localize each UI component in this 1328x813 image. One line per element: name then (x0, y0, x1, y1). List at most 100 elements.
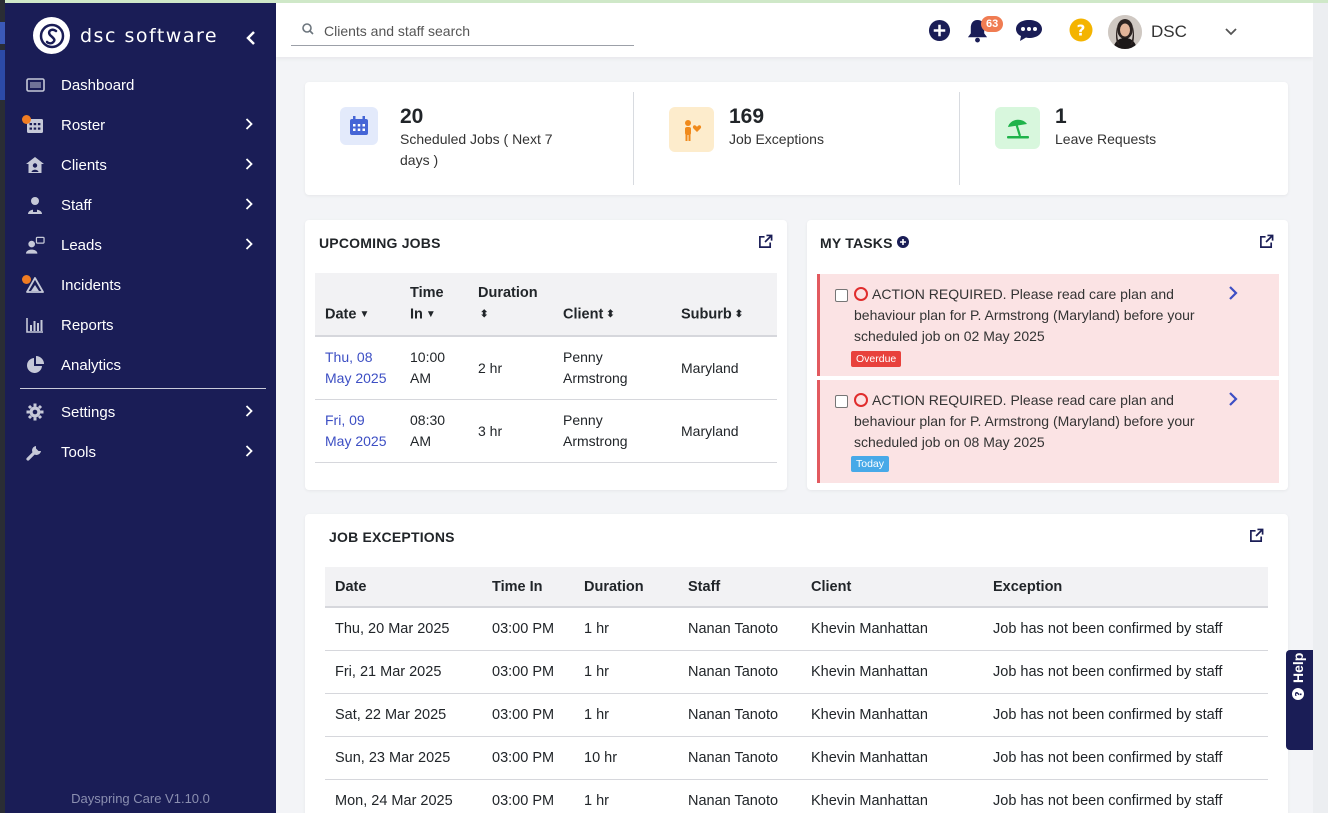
stat-job-exceptions[interactable]: 169 Job Exceptions (634, 82, 959, 195)
help-icon[interactable]: ? (1068, 17, 1094, 43)
table-row[interactable]: Thu, 20 Mar 2025 03:00 PM 1 hr Nanan Tanoto… (325, 607, 1268, 651)
sidebar-item-analytics[interactable]: Analytics (5, 345, 276, 385)
column-header-client[interactable]: Client ⬍ (553, 273, 671, 338)
column-header-time-in[interactable]: Time In (482, 567, 574, 608)
sidebar-item-dashboard[interactable]: Dashboard (5, 65, 276, 105)
column-header-time-in[interactable]: Time In ▼ (400, 273, 468, 338)
upcoming-jobs-table: Date ▼ Time In ▼ Duration ⬍ Client ⬍ Suburb ⬍… (315, 273, 777, 464)
staff-link[interactable]: Nanan Tanoto (678, 693, 801, 737)
exception-text: Job has not been confirmed by staff (983, 607, 1268, 651)
sidebar-item-staff[interactable]: Staff (5, 185, 276, 225)
notification-dot (22, 115, 31, 124)
add-task-icon[interactable] (896, 235, 909, 251)
calendar-icon (340, 107, 378, 145)
chat-icon[interactable] (1014, 17, 1044, 43)
sidebar-item-tools[interactable]: Tools (5, 432, 276, 472)
card-title-wrap: MY TASKS (820, 235, 909, 251)
exception-date-link[interactable]: Sun, 23 Mar 2025 (325, 736, 482, 780)
search-input[interactable] (324, 23, 624, 39)
external-link-icon[interactable] (1249, 528, 1265, 544)
chevron-right-icon[interactable] (1228, 392, 1238, 411)
column-header-date[interactable]: Date (325, 567, 482, 608)
job-date-link[interactable]: Fri, 09 May 2025 (315, 399, 400, 464)
collapse-sidebar-icon[interactable] (241, 28, 261, 48)
external-link-icon[interactable] (1259, 234, 1275, 250)
stat-label: Scheduled Jobs ( Next 7 days ) (400, 131, 553, 168)
stat-leave-requests[interactable]: 1 Leave Requests (960, 82, 1288, 195)
question-circle-icon: ? (1292, 688, 1304, 700)
task-checkbox[interactable] (835, 395, 848, 408)
beach-umbrella-icon (995, 107, 1040, 149)
leads-icon (25, 235, 45, 255)
job-date-link[interactable]: Thu, 08 May 2025 (315, 336, 400, 401)
exception-text: Job has not been confirmed by staff (983, 779, 1268, 813)
sort-desc-icon[interactable]: ▼ (359, 304, 369, 325)
column-header-duration[interactable]: Duration ⬍ (468, 273, 553, 338)
chevron-right-icon[interactable] (1228, 286, 1238, 305)
stat-scheduled-jobs[interactable]: 20 Scheduled Jobs ( Next 7 days ) (305, 82, 633, 195)
job-suburb: Maryland (671, 336, 777, 401)
task-item[interactable]: ACTION REQUIRED. Please read care plan a… (817, 274, 1279, 376)
sidebar-item-reports[interactable]: Reports (5, 305, 276, 345)
table-row[interactable]: Fri, 09 May 2025 08:30 AM 3 hr Penny Armstr… (315, 399, 777, 464)
chevron-right-icon (245, 197, 253, 213)
column-header-staff[interactable]: Staff (678, 567, 801, 608)
sidebar-item-clients[interactable]: Clients (5, 145, 276, 185)
sort-icon[interactable]: ⬍ (480, 304, 488, 325)
add-icon[interactable] (926, 17, 952, 43)
card-title: JOB EXCEPTIONS (329, 529, 455, 545)
column-header-exception[interactable]: Exception (983, 567, 1268, 608)
sidebar-item-leads[interactable]: Leads (5, 225, 276, 265)
stat-label: Job Exceptions (729, 131, 824, 147)
chevron-down-icon[interactable] (1225, 23, 1237, 41)
job-time: 10:00 AM (400, 336, 468, 401)
search-icon (302, 22, 316, 40)
task-checkbox[interactable] (835, 289, 848, 302)
exception-time: 03:00 PM (482, 607, 574, 651)
column-header-date[interactable]: Date ▼ (315, 273, 400, 338)
sidebar-item-roster[interactable]: Roster (5, 105, 276, 145)
sidebar-item-incidents[interactable]: Incidents (5, 265, 276, 305)
table-row[interactable]: Sun, 23 Mar 2025 03:00 PM 10 hr Nanan Tanot… (325, 736, 1268, 780)
table-row[interactable]: Thu, 08 May 2025 10:00 AM 2 hr Penny Armstr… (315, 336, 777, 401)
help-tab[interactable]: ? Help (1286, 650, 1313, 750)
sidebar-divider (20, 388, 266, 389)
svg-text:?: ? (1295, 691, 1305, 696)
exception-date-link[interactable]: Sat, 22 Mar 2025 (325, 693, 482, 737)
exception-date-link[interactable]: Mon, 24 Mar 2025 (325, 779, 482, 813)
staff-link[interactable]: Nanan Tanoto (678, 779, 801, 813)
staff-link[interactable]: Nanan Tanoto (678, 736, 801, 780)
chevron-right-icon (245, 444, 253, 460)
sidebar-item-label: Reports (61, 316, 114, 334)
column-header-suburb[interactable]: Suburb ⬍ (671, 273, 777, 338)
avatar[interactable] (1108, 15, 1142, 49)
status-badge: Today (851, 456, 890, 472)
external-link-icon[interactable] (758, 234, 774, 250)
stat-value: 1 (1055, 105, 1067, 128)
column-header-client[interactable]: Client (801, 567, 983, 608)
table-row[interactable]: Sat, 22 Mar 2025 03:00 PM 1 hr Nanan Tanoto… (325, 693, 1268, 737)
search-box (291, 17, 634, 46)
sort-desc-icon[interactable]: ▼ (426, 304, 436, 325)
exception-date-link[interactable]: Thu, 20 Mar 2025 (325, 607, 482, 651)
staff-link[interactable]: Nanan Tanoto (678, 650, 801, 694)
table-row[interactable]: Fri, 21 Mar 2025 03:00 PM 1 hr Nanan Tanoto… (325, 650, 1268, 694)
sidebar-item-settings[interactable]: Settings (5, 392, 276, 432)
exception-text: Job has not been confirmed by staff (983, 650, 1268, 694)
sidebar-item-label: Analytics (61, 356, 122, 374)
exception-time: 03:00 PM (482, 779, 574, 813)
exception-date-link[interactable]: Fri, 21 Mar 2025 (325, 650, 482, 694)
exception-time: 03:00 PM (482, 693, 574, 737)
sort-icon[interactable]: ⬍ (606, 304, 614, 325)
column-header-duration[interactable]: Duration (574, 567, 678, 608)
sort-icon[interactable]: ⬍ (735, 304, 743, 325)
task-item[interactable]: ACTION REQUIRED. Please read care plan a… (817, 380, 1279, 483)
circle-icon (854, 287, 868, 301)
staff-link[interactable]: Nanan Tanoto (678, 607, 801, 651)
user-name[interactable]: DSC (1151, 22, 1187, 42)
sidebar: dsc software Dashboard Roster Clients Staff… (5, 3, 276, 813)
svg-text:?: ? (1077, 22, 1086, 40)
table-row[interactable]: Mon, 24 Mar 2025 03:00 PM 1 hr Nanan Tanoto… (325, 779, 1268, 813)
bar-chart-icon (25, 315, 45, 335)
brand-logo[interactable]: dsc software (33, 17, 218, 54)
